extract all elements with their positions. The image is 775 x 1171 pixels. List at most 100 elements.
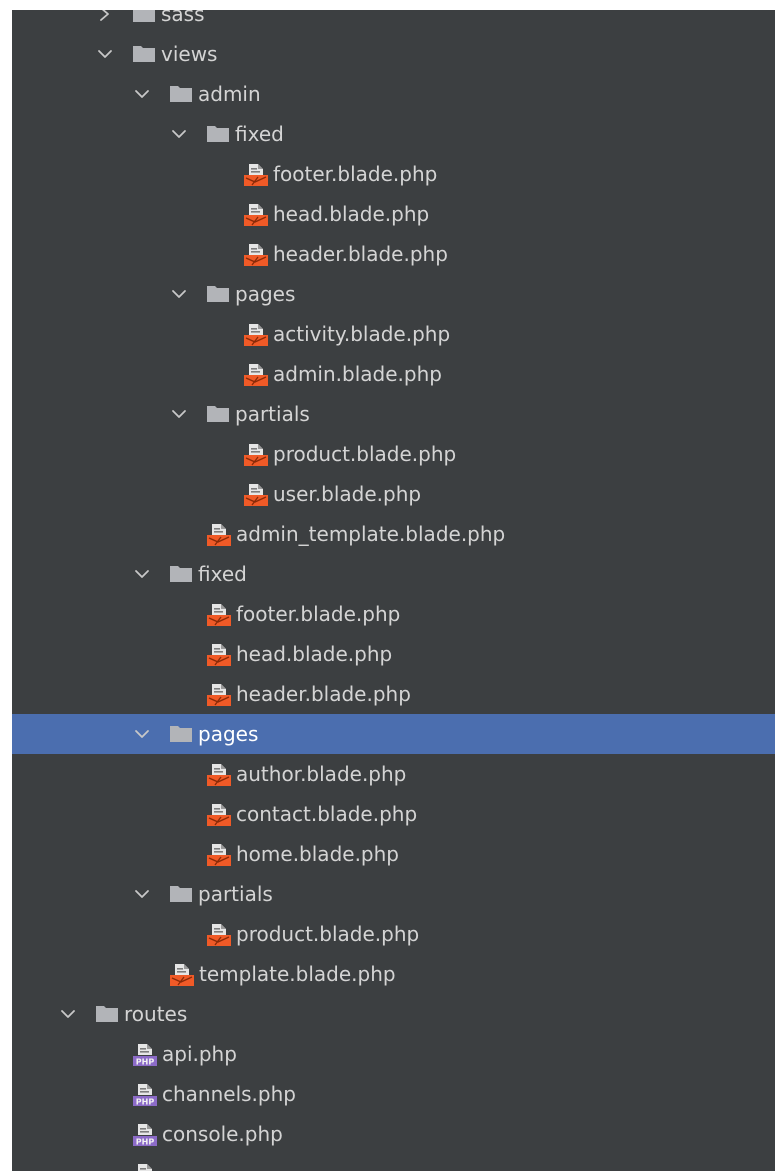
- chevron-down-icon[interactable]: [134, 87, 150, 101]
- php-file-icon: PHP: [138, 1164, 152, 1171]
- tree-file-row[interactable]: head.blade.php: [12, 194, 775, 234]
- tree-item-label: pages: [235, 282, 296, 306]
- blade-file-icon: [207, 764, 231, 786]
- blade-file-icon: [170, 964, 194, 986]
- tree-item-label: fixed: [235, 122, 284, 146]
- tree-item-label: activity.blade.php: [273, 322, 451, 346]
- chevron-down-icon[interactable]: [171, 407, 187, 421]
- tree-file-row[interactable]: admin.blade.php: [12, 354, 775, 394]
- tree-item-label: fixed: [198, 562, 247, 586]
- tree-file-row[interactable]: PHP channels.php: [12, 1074, 775, 1114]
- tree-item-label: admin.blade.php: [273, 362, 442, 386]
- tree-item-label: author.blade.php: [236, 762, 407, 786]
- tree-item-label: contact.blade.php: [236, 802, 418, 826]
- tree-file-row[interactable]: home.blade.php: [12, 834, 775, 874]
- folder-icon: [170, 886, 192, 902]
- tree-item-label: product.blade.php: [273, 442, 457, 466]
- folder-icon: [96, 1006, 118, 1022]
- tree-folder-row[interactable]: fixed: [12, 554, 775, 594]
- tree-folder-row[interactable]: pages: [12, 714, 775, 754]
- tree-folder-row[interactable]: partials: [12, 394, 775, 434]
- tree-file-row[interactable]: PHP console.php: [12, 1114, 775, 1154]
- folder-icon: [170, 566, 192, 582]
- tree-file-row[interactable]: PHP api.php: [12, 1034, 775, 1074]
- tree-file-row[interactable]: contact.blade.php: [12, 794, 775, 834]
- tree-folder-row[interactable]: routes: [12, 994, 775, 1034]
- php-file-icon: PHP: [133, 1124, 157, 1147]
- tree-item-label: views: [161, 42, 218, 66]
- folder-icon: [207, 406, 229, 422]
- tree-folder-row[interactable]: pages: [12, 274, 775, 314]
- folder-icon: [207, 126, 229, 142]
- tree-file-row[interactable]: header.blade.php: [12, 674, 775, 714]
- tree-item-label: api.php: [162, 1042, 237, 1066]
- tree-file-row[interactable]: product.blade.php: [12, 434, 775, 474]
- svg-text:PHP: PHP: [136, 1098, 155, 1107]
- tree-item-label: routes: [124, 1002, 188, 1026]
- blade-file-icon: [207, 644, 231, 666]
- chevron-down-icon[interactable]: [134, 887, 150, 901]
- tree-file-row[interactable]: template.blade.php: [12, 954, 775, 994]
- tree-file-row[interactable]: user.blade.php: [12, 474, 775, 514]
- tree-item-label: admin: [198, 82, 261, 106]
- blade-file-icon: [244, 244, 268, 266]
- tree-item-label: partials: [235, 402, 310, 426]
- chevron-right-icon[interactable]: [97, 10, 113, 21]
- tree-file-row[interactable]: product.blade.php: [12, 914, 775, 954]
- tree-item-label: channels.php: [162, 1082, 296, 1106]
- svg-text:PHP: PHP: [136, 1058, 155, 1067]
- tree-folder-row[interactable]: sass: [12, 10, 775, 34]
- chevron-down-icon[interactable]: [97, 47, 113, 61]
- tree-folder-row[interactable]: partials: [12, 874, 775, 914]
- tree-item-label: footer.blade.php: [236, 602, 401, 626]
- tree-item-label: partials: [198, 882, 273, 906]
- blade-file-icon: [244, 204, 268, 226]
- tree-item-label: product.blade.php: [236, 922, 420, 946]
- tree-item-label: user.blade.php: [273, 482, 422, 506]
- blade-file-icon: [244, 364, 268, 386]
- project-tree-panel: sass views admin fixed footer.blade.php head.…: [12, 10, 775, 1171]
- tree-folder-row[interactable]: fixed: [12, 114, 775, 154]
- tree-file-row[interactable]: footer.blade.php: [12, 154, 775, 194]
- blade-file-icon: [244, 324, 268, 346]
- tree-item-label: home.blade.php: [236, 842, 399, 866]
- php-file-icon: PHP: [133, 1044, 157, 1067]
- blade-file-icon: [207, 684, 231, 706]
- tree-file-row[interactable]: head.blade.php: [12, 634, 775, 674]
- blade-file-icon: [207, 604, 231, 626]
- tree-item-label: sass: [161, 10, 205, 26]
- chevron-down-icon[interactable]: [134, 567, 150, 581]
- tree-file-row[interactable]: PHP: [12, 1154, 775, 1171]
- tree-file-row[interactable]: footer.blade.php: [12, 594, 775, 634]
- tree-item-label: head.blade.php: [236, 642, 393, 666]
- blade-file-icon: [207, 804, 231, 826]
- tree-item-label: head.blade.php: [273, 202, 430, 226]
- folder-icon: [133, 46, 155, 62]
- tree-item-label: pages: [198, 722, 259, 746]
- tree-folder-row[interactable]: admin: [12, 74, 775, 114]
- blade-file-icon: [207, 924, 231, 946]
- chevron-down-icon[interactable]: [171, 287, 187, 301]
- blade-file-icon: [207, 844, 231, 866]
- tree-item-label: header.blade.php: [236, 682, 411, 706]
- folder-icon: [170, 726, 192, 742]
- svg-text:PHP: PHP: [136, 1138, 155, 1147]
- blade-file-icon: [207, 524, 231, 546]
- tree-file-row[interactable]: activity.blade.php: [12, 314, 775, 354]
- tree-file-row[interactable]: author.blade.php: [12, 754, 775, 794]
- blade-file-icon: [244, 484, 268, 506]
- folder-icon: [133, 10, 155, 22]
- tree-folder-row[interactable]: views: [12, 34, 775, 74]
- chevron-down-icon[interactable]: [171, 127, 187, 141]
- chevron-down-icon[interactable]: [134, 727, 150, 741]
- tree-item-label: template.blade.php: [199, 962, 396, 986]
- tree-file-row[interactable]: header.blade.php: [12, 234, 775, 274]
- chevron-down-icon[interactable]: [60, 1007, 76, 1021]
- tree-file-row[interactable]: admin_template.blade.php: [12, 514, 775, 554]
- blade-file-icon: [244, 444, 268, 466]
- tree-item-label: console.php: [162, 1122, 283, 1146]
- folder-icon: [170, 86, 192, 102]
- tree-item-label: footer.blade.php: [273, 162, 438, 186]
- php-file-icon: PHP: [133, 1084, 157, 1107]
- tree-item-label: header.blade.php: [273, 242, 448, 266]
